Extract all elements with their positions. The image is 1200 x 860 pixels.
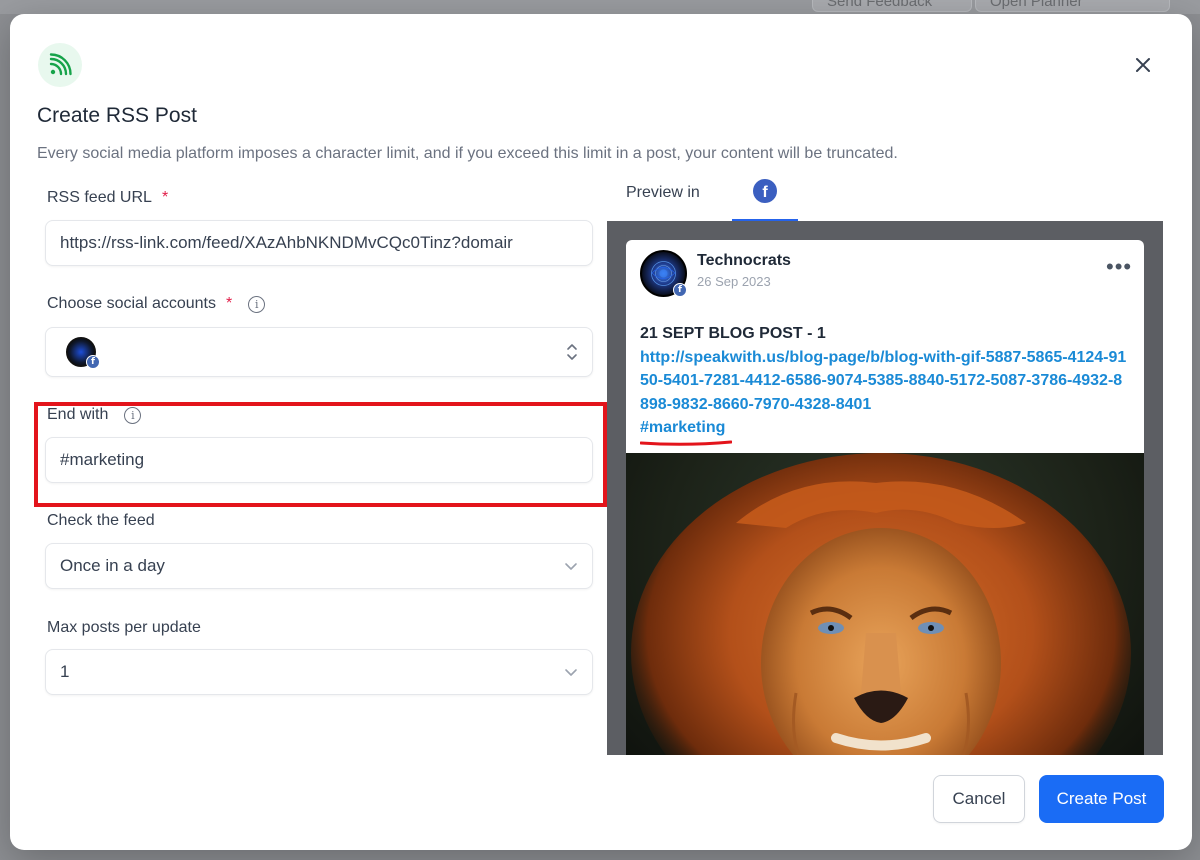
facebook-badge-icon: f	[673, 283, 687, 297]
rss-icon	[38, 43, 82, 87]
info-icon[interactable]: i	[124, 406, 142, 424]
page-name: Technocrats	[697, 252, 791, 269]
underline-annotation	[640, 440, 732, 446]
max-posts-label: Max posts per update	[47, 619, 201, 636]
post-hashtag[interactable]: #marketing	[640, 416, 725, 440]
chevron-down-icon	[565, 669, 577, 676]
close-button[interactable]	[1128, 50, 1158, 80]
post-image-lion	[626, 453, 1144, 755]
facebook-badge-icon: f	[86, 355, 100, 369]
post-body: 21 SEPT BLOG POST - 1 http://speakwith.u…	[640, 322, 1130, 440]
post-link[interactable]: http://speakwith.us/blog-page/b/blog-wit…	[640, 346, 1130, 417]
account-avatar: f	[66, 337, 100, 369]
required-mark: *	[161, 189, 169, 206]
more-options-icon[interactable]: •••	[1106, 256, 1132, 278]
send-feedback-button: Send Feedback	[812, 0, 972, 12]
preview-tabs: Preview in f	[607, 174, 1163, 224]
social-accounts-label: Choose social accounts * i	[47, 295, 266, 313]
info-icon[interactable]: i	[248, 295, 266, 313]
rss-url-label: RSS feed URL *	[47, 189, 169, 206]
end-with-label: End with i	[47, 406, 142, 424]
modal-subtitle: Every social media platform imposes a ch…	[37, 145, 898, 162]
preview-pane: f Technocrats 26 Sep 2023 ••• 21 SEPT BL…	[607, 221, 1163, 755]
check-feed-label: Check the feed	[47, 512, 155, 529]
open-planner-button: Open Planner	[975, 0, 1170, 12]
required-mark: *	[225, 295, 233, 312]
max-posts-select[interactable]: 1	[45, 649, 593, 695]
check-feed-select[interactable]: Once in a day	[45, 543, 593, 589]
preview-in-label: Preview in	[626, 184, 700, 201]
create-rss-post-modal: Create RSS Post Every social media platf…	[10, 14, 1192, 850]
cancel-button[interactable]: Cancel	[933, 775, 1025, 823]
tab-facebook[interactable]: f	[732, 174, 798, 221]
facebook-post-card: f Technocrats 26 Sep 2023 ••• 21 SEPT BL…	[626, 240, 1144, 755]
facebook-icon: f	[753, 179, 777, 203]
end-with-input[interactable]: #marketing	[45, 437, 593, 483]
page-avatar: f	[640, 250, 687, 297]
social-accounts-select[interactable]: f	[45, 327, 593, 377]
chevron-down-icon	[565, 563, 577, 570]
close-icon	[1136, 58, 1150, 72]
chevron-up-down-icon	[567, 344, 577, 360]
modal-title: Create RSS Post	[37, 104, 197, 127]
post-date: 26 Sep 2023	[697, 274, 771, 289]
rss-url-input[interactable]: https://rss-link.com/feed/XAzAhbNKNDMvCQ…	[45, 220, 593, 266]
create-post-button[interactable]: Create Post	[1039, 775, 1164, 823]
post-title: 21 SEPT BLOG POST - 1	[640, 325, 826, 342]
